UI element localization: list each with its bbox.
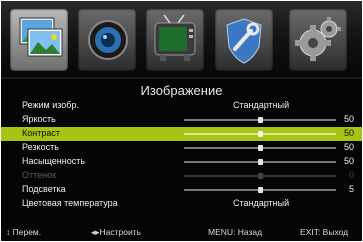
slider-knob[interactable]: [258, 159, 263, 165]
row-value: 50: [343, 156, 354, 166]
contrast-slider[interactable]: [184, 131, 336, 137]
row-saturation[interactable]: Насыщенность 50: [1, 155, 362, 169]
menu-tab-bar: [1, 1, 362, 79]
left-right-arrows-icon: ◂▸: [91, 227, 100, 237]
row-color-temperature[interactable]: Цветовая температура Стандартный: [1, 197, 362, 211]
row-label: Подсветка: [22, 184, 66, 194]
row-label: Цветовая температура: [22, 198, 118, 208]
picture-icon: [19, 17, 63, 57]
slider-knob: [258, 173, 263, 179]
tv-icon: [154, 14, 196, 61]
menu-title: Изображение: [140, 83, 223, 98]
shield-wrench-icon: [226, 18, 262, 64]
tab-settings[interactable]: [215, 9, 273, 71]
backlight-slider[interactable]: [184, 187, 336, 193]
tab-tv[interactable]: [146, 9, 204, 71]
row-label: Оттенок: [22, 170, 57, 180]
tab-sound[interactable]: [78, 9, 136, 71]
row-picture-mode[interactable]: Режим изобр. Стандартный: [1, 99, 362, 113]
row-label: Насыщенность: [22, 156, 86, 166]
slider-knob[interactable]: [258, 187, 263, 193]
adjust-hint: ◂▸Настроить: [91, 227, 142, 237]
row-label: Контраст: [22, 128, 60, 138]
tab-setup[interactable]: [289, 9, 347, 71]
row-value: 5: [348, 184, 354, 194]
key-hints-bar: ↕ Перем. ◂▸Настроить MENU: Назад EXIT: В…: [1, 223, 362, 241]
slider-knob[interactable]: [258, 117, 263, 123]
row-label: Режим изобр.: [22, 100, 79, 110]
menu-back-hint: MENU: Назад: [208, 227, 263, 237]
tab-picture[interactable]: [10, 9, 68, 71]
settings-list: Режим изобр. Стандартный Яркость 50 Конт…: [1, 99, 362, 211]
brightness-slider[interactable]: [184, 117, 336, 123]
row-value: 50: [343, 128, 354, 138]
exit-hint: EXIT: Выход: [300, 227, 349, 237]
row-value: Стандартный: [233, 100, 290, 110]
row-sharpness[interactable]: Резкость 50: [1, 141, 362, 155]
slider-knob[interactable]: [258, 131, 263, 137]
tv-osd-menu: Изображение Режим изобр. Стандартный Ярк…: [1, 1, 362, 241]
row-value: 0: [348, 170, 354, 180]
move-hint: ↕ Перем.: [6, 227, 42, 237]
row-brightness[interactable]: Яркость 50: [1, 113, 362, 127]
row-value: 50: [343, 142, 354, 152]
speaker-icon: [88, 20, 128, 60]
row-backlight[interactable]: Подсветка 5: [1, 183, 362, 197]
gears-icon: [295, 17, 341, 61]
row-contrast[interactable]: Контраст 50: [1, 127, 362, 141]
saturation-slider[interactable]: [184, 159, 336, 165]
row-value: 50: [343, 114, 354, 124]
slider-knob[interactable]: [258, 145, 263, 151]
row-value: Стандартный: [233, 198, 290, 208]
sharpness-slider[interactable]: [184, 145, 336, 151]
row-label: Резкость: [22, 142, 59, 152]
row-label: Яркость: [22, 114, 56, 124]
tint-slider: [184, 173, 336, 179]
up-down-arrows-icon: ↕: [6, 227, 11, 237]
row-tint: Оттенок 0: [1, 169, 362, 183]
